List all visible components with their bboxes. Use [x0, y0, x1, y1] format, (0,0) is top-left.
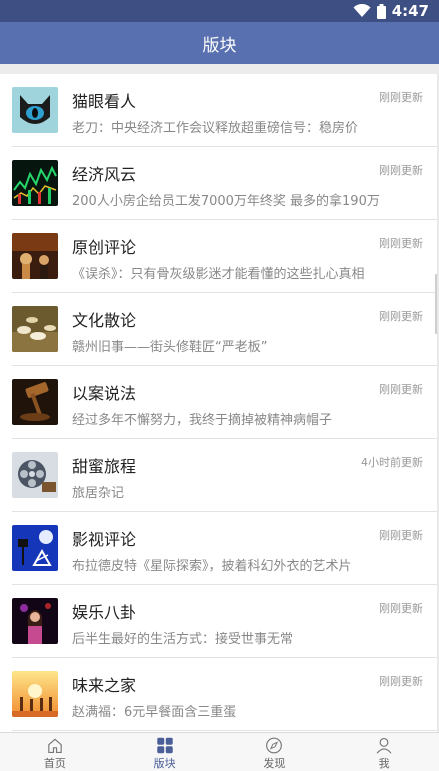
board-title: 猫眼看人	[72, 92, 137, 111]
board-item[interactable]: 以案说法 经过多年不懈努力，我终于摘掉被精神病帽子 刚刚更新	[0, 366, 437, 439]
tea-icon	[12, 306, 58, 352]
update-time: 刚刚更新	[379, 310, 423, 323]
board-latest-post: 老刀：中央经济工作会议释放超重磅信号：稳房价	[72, 121, 359, 136]
board-list[interactable]: 猫眼看人 老刀：中央经济工作会议释放超重磅信号：稳房价 刚刚更新 经济风云 20…	[0, 74, 437, 732]
wifi-icon	[353, 4, 371, 17]
board-item[interactable]: 娱乐八卦 后半生最好的生活方式：接受世事无常 刚刚更新	[0, 585, 437, 658]
tab-label: 版块	[153, 757, 176, 770]
board-title: 文化散论	[72, 311, 137, 330]
board-title: 娱乐八卦	[72, 603, 137, 622]
board-title: 影视评论	[72, 530, 137, 549]
update-time: 刚刚更新	[379, 529, 423, 542]
bottom-tab-bar: 首页 版块 发现 我	[0, 732, 439, 771]
board-title: 经济风云	[72, 165, 137, 184]
board-latest-post: 布拉德皮特《星际探索》，披着科幻外衣的艺术片	[72, 559, 352, 574]
tab-label: 首页	[43, 757, 66, 770]
update-time: 刚刚更新	[379, 383, 423, 396]
board-item[interactable]: 文化散论 赣州旧事——街头修鞋匠“严老板” 刚刚更新	[0, 293, 437, 366]
board-title: 以案说法	[72, 384, 137, 403]
update-time: 刚刚更新	[379, 91, 423, 104]
update-time: 刚刚更新	[379, 602, 423, 615]
board-title: 原创评论	[72, 238, 137, 257]
film-reel-icon	[12, 452, 58, 498]
tab-label: 我	[378, 757, 390, 770]
board-item[interactable]: 甜蜜旅程 旅居杂记 4小时前更新	[0, 439, 437, 512]
update-time: 刚刚更新	[379, 675, 423, 688]
clock: 4:47	[391, 2, 429, 20]
home-icon	[48, 738, 62, 754]
stage-icon	[12, 233, 58, 279]
singer-icon	[12, 598, 58, 644]
tab-discover[interactable]: 发现	[220, 733, 330, 771]
board-item[interactable]: 猫眼看人 老刀：中央经济工作会议释放超重磅信号：稳房价 刚刚更新	[0, 74, 437, 147]
tab-home[interactable]: 首页	[0, 733, 110, 771]
scrollbar[interactable]	[435, 274, 437, 334]
stock-chart-icon	[12, 160, 58, 206]
board-title: 味来之家	[72, 676, 137, 695]
tab-boards[interactable]: 版块	[110, 733, 220, 771]
board-item[interactable]: 味来之家 赵满福：6元早餐面含三重蛋 刚刚更新	[0, 658, 437, 731]
status-bar: 4:47	[0, 0, 439, 22]
update-time: 4小时前更新	[361, 456, 423, 469]
board-latest-post: 赵满福：6元早餐面含三重蛋	[72, 705, 237, 720]
header-spacer	[0, 64, 439, 74]
board-title: 甜蜜旅程	[72, 457, 137, 476]
board-latest-post: 经过多年不懈努力，我终于摘掉被精神病帽子	[72, 413, 333, 428]
gavel-icon	[12, 379, 58, 425]
sunset-icon	[12, 671, 58, 717]
board-latest-post: 后半生最好的生活方式：接受世事无常	[72, 632, 294, 647]
cat-eye-icon	[12, 87, 58, 133]
board-item[interactable]: 经济风云 200人小房企给员工发7000万年终奖 最多的拿190万 刚刚更新	[0, 147, 437, 220]
page-title: 版块	[202, 35, 237, 56]
tab-me[interactable]: 我	[329, 733, 439, 771]
board-item[interactable]: 影视评论 布拉德皮特《星际探索》，披着科幻外衣的艺术片 刚刚更新	[0, 512, 437, 585]
user-icon	[376, 737, 392, 754]
update-time: 刚刚更新	[379, 237, 423, 250]
battery-icon	[376, 3, 386, 19]
grid-icon	[156, 737, 173, 754]
board-latest-post: 旅居杂记	[72, 486, 125, 501]
tab-label: 发现	[263, 757, 286, 770]
film-set-icon	[12, 525, 58, 571]
board-latest-post: 200人小房企给员工发7000万年终奖 最多的拿190万	[72, 194, 380, 209]
board-latest-post: 赣州旧事——街头修鞋匠“严老板”	[72, 340, 268, 355]
page-header: 版块	[0, 22, 439, 64]
update-time: 刚刚更新	[379, 164, 423, 177]
board-item[interactable]: 原创评论 《误杀》：只有骨灰级影迷才能看懂的这些扎心真相 刚刚更新	[0, 220, 437, 293]
compass-icon	[266, 737, 283, 754]
board-latest-post: 《误杀》：只有骨灰级影迷才能看懂的这些扎心真相	[72, 267, 365, 282]
